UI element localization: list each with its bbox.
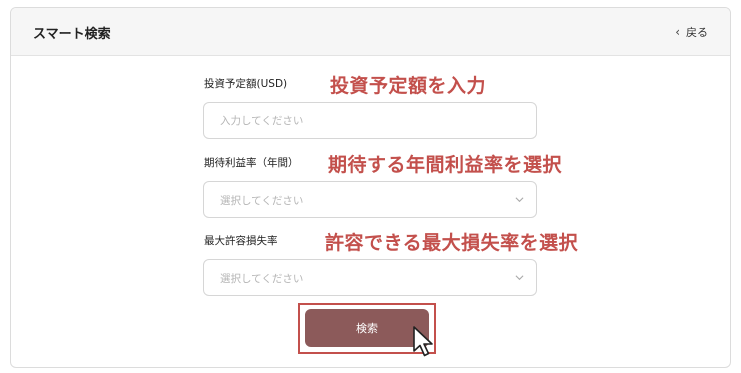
panel-header: スマート検索 ‹ 戻る [11, 8, 730, 56]
investment-label: 投資予定額(USD) [204, 78, 288, 90]
profit-rate-placeholder: 選択してください [220, 195, 304, 207]
loss-rate-label: 最大許容損失率 [204, 235, 278, 247]
search-button[interactable]: 検索 [305, 309, 429, 347]
mouse-cursor-icon [413, 326, 433, 357]
investment-annotation: 投資予定額を入力 [330, 75, 487, 97]
profit-rate-select[interactable]: 選択してください [203, 181, 537, 218]
loss-rate-select[interactable]: 選択してください [203, 259, 537, 296]
chevron-down-icon [515, 197, 524, 203]
back-label: 戻る [686, 26, 708, 39]
loss-rate-annotation: 許容できる最大損失率を選択 [325, 232, 579, 254]
profit-rate-annotation: 期待する年間利益率を選択 [328, 154, 563, 176]
back-link[interactable]: ‹ 戻る [675, 24, 708, 40]
loss-rate-placeholder: 選択してください [220, 273, 304, 285]
chevron-down-icon [515, 275, 524, 281]
investment-input[interactable] [203, 102, 537, 139]
page-title: スマート検索 [33, 27, 111, 42]
profit-rate-label: 期待利益率（年間） [204, 157, 299, 169]
chevron-left-icon: ‹ [675, 25, 680, 39]
